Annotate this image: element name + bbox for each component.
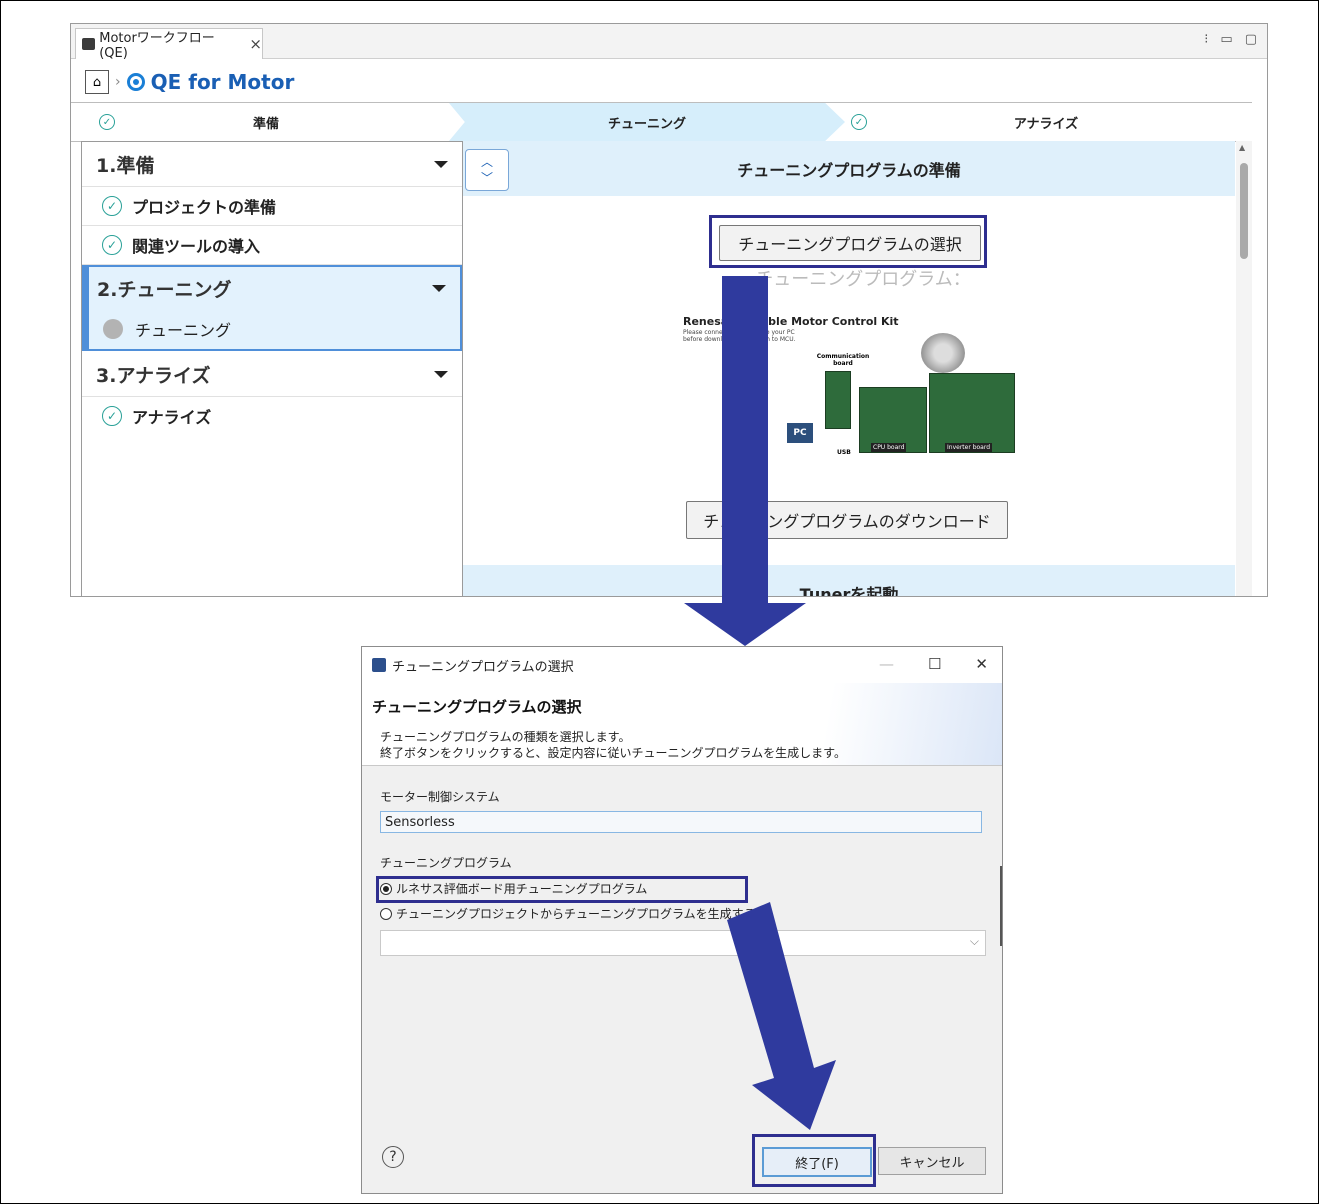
down-arrow xyxy=(684,276,806,646)
diagonal-arrow xyxy=(727,902,836,1130)
annotation-arrows xyxy=(684,276,836,1130)
